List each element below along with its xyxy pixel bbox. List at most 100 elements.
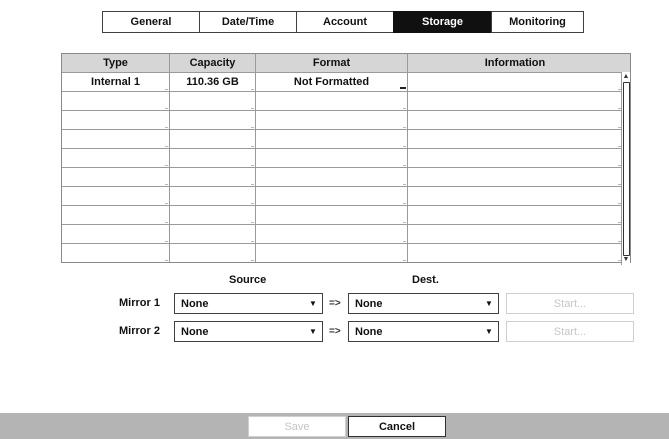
table-cell-information — [407, 73, 622, 91]
table-header-row: Type Capacity Format Information — [62, 54, 630, 72]
cell-edge-mark — [403, 203, 406, 204]
cell-edge-mark — [403, 241, 406, 242]
cell-edge-mark — [403, 165, 406, 166]
save-button[interactable]: Save — [248, 416, 346, 437]
tab-account[interactable]: Account — [296, 11, 394, 33]
cell-edge-mark — [403, 127, 406, 128]
table-cell-information — [407, 244, 622, 262]
arrow-up-icon[interactable]: ▲ — [622, 73, 630, 81]
cell-edge-mark — [403, 146, 406, 147]
mirror2-label: Mirror 2 — [119, 325, 160, 337]
cell-edge-mark — [251, 127, 254, 128]
mirror1-dest-select[interactable]: None ▼ — [348, 293, 499, 314]
table-row[interactable] — [62, 167, 630, 186]
cell-edge-mark — [165, 184, 168, 185]
table-cell-capacity — [169, 92, 255, 110]
column-header-information: Information — [407, 54, 622, 72]
cell-edge-mark — [165, 260, 168, 261]
table-row[interactable] — [62, 110, 630, 129]
arrow-down-icon[interactable]: ▼ — [622, 256, 630, 264]
table-scrollbar[interactable]: ▲ ▼ — [621, 72, 630, 265]
tab-storage[interactable]: Storage — [393, 11, 492, 33]
table-cell-type — [62, 225, 169, 243]
mirror2-source-select[interactable]: None ▼ — [174, 321, 323, 342]
table-cell-capacity — [169, 187, 255, 205]
table-cell-information — [407, 130, 622, 148]
source-column-label: Source — [229, 274, 267, 286]
chevron-down-icon[interactable]: ▼ — [306, 299, 320, 308]
tab-strip: General Date/Time Account Storage Monito… — [102, 11, 584, 33]
mirror2-start-button[interactable]: Start... — [506, 321, 634, 342]
table-body: Internal 1 110.36 GB Not Formatted — [62, 72, 630, 262]
cell-edge-mark — [251, 241, 254, 242]
table-cell-information — [407, 206, 622, 224]
column-header-capacity: Capacity — [169, 54, 255, 72]
mirror2-dest-value: None — [355, 325, 383, 338]
table-row[interactable] — [62, 91, 630, 110]
mirror1-source-select[interactable]: None ▼ — [174, 293, 323, 314]
tab-date-time[interactable]: Date/Time — [199, 11, 297, 33]
cell-edge-mark — [165, 108, 168, 109]
tab-general[interactable]: General — [102, 11, 200, 33]
table-row[interactable] — [62, 148, 630, 167]
cell-edge-mark — [403, 184, 406, 185]
table-cell-type: Internal 1 — [62, 73, 169, 91]
table-cell-capacity — [169, 206, 255, 224]
tab-monitoring[interactable]: Monitoring — [491, 11, 584, 33]
storage-settings-window: General Date/Time Account Storage Monito… — [0, 0, 669, 439]
table-cell-capacity — [169, 149, 255, 167]
table-cell-type — [62, 111, 169, 129]
mirror2-arrow-label: => — [329, 326, 341, 337]
table-cell-format — [255, 168, 407, 186]
mirror2-dest-select[interactable]: None ▼ — [348, 321, 499, 342]
table-cell-type — [62, 149, 169, 167]
table-row[interactable] — [62, 205, 630, 224]
format-menu-icon[interactable] — [400, 87, 406, 89]
dest-column-label: Dest. — [412, 274, 439, 286]
table-cell-type — [62, 168, 169, 186]
table-cell-information — [407, 149, 622, 167]
cell-edge-mark — [165, 165, 168, 166]
cell-edge-mark — [165, 241, 168, 242]
table-cell-capacity — [169, 111, 255, 129]
table-row[interactable] — [62, 129, 630, 148]
table-row[interactable] — [62, 186, 630, 205]
cell-edge-mark — [251, 108, 254, 109]
column-header-format: Format — [255, 54, 407, 72]
table-cell-capacity — [169, 225, 255, 243]
cell-edge-mark — [165, 203, 168, 204]
table-cell-information — [407, 225, 622, 243]
cell-edge-mark — [251, 222, 254, 223]
table-cell-format — [255, 225, 407, 243]
table-cell-type — [62, 92, 169, 110]
table-cell-type — [62, 130, 169, 148]
scrollbar-thumb[interactable] — [623, 82, 630, 256]
mirror1-start-button[interactable]: Start... — [506, 293, 634, 314]
table-row[interactable] — [62, 224, 630, 243]
cell-edge-mark — [165, 127, 168, 128]
table-row[interactable] — [62, 243, 630, 262]
cell-edge-mark — [251, 184, 254, 185]
table-cell-format — [255, 92, 407, 110]
footer-bar: Save Cancel — [0, 413, 669, 439]
table-cell-format — [255, 111, 407, 129]
table-cell-format — [255, 187, 407, 205]
column-header-type: Type — [103, 57, 128, 69]
cell-edge-mark — [165, 89, 168, 90]
table-cell-capacity: 110.36 GB — [169, 73, 255, 91]
table-cell-type — [62, 244, 169, 262]
table-cell-type — [62, 187, 169, 205]
table-cell-information — [407, 187, 622, 205]
chevron-down-icon[interactable]: ▼ — [482, 327, 496, 336]
mirror2-source-value: None — [181, 325, 209, 338]
cancel-button[interactable]: Cancel — [348, 416, 446, 437]
table-cell-capacity — [169, 130, 255, 148]
table-cell-type — [62, 206, 169, 224]
table-cell-capacity — [169, 168, 255, 186]
cell-edge-mark — [251, 165, 254, 166]
table-row[interactable]: Internal 1 110.36 GB Not Formatted — [62, 72, 630, 91]
table-cell-capacity — [169, 244, 255, 262]
storage-table: Type Capacity Format Information Interna… — [61, 53, 631, 265]
chevron-down-icon[interactable]: ▼ — [306, 327, 320, 336]
chevron-down-icon[interactable]: ▼ — [482, 299, 496, 308]
